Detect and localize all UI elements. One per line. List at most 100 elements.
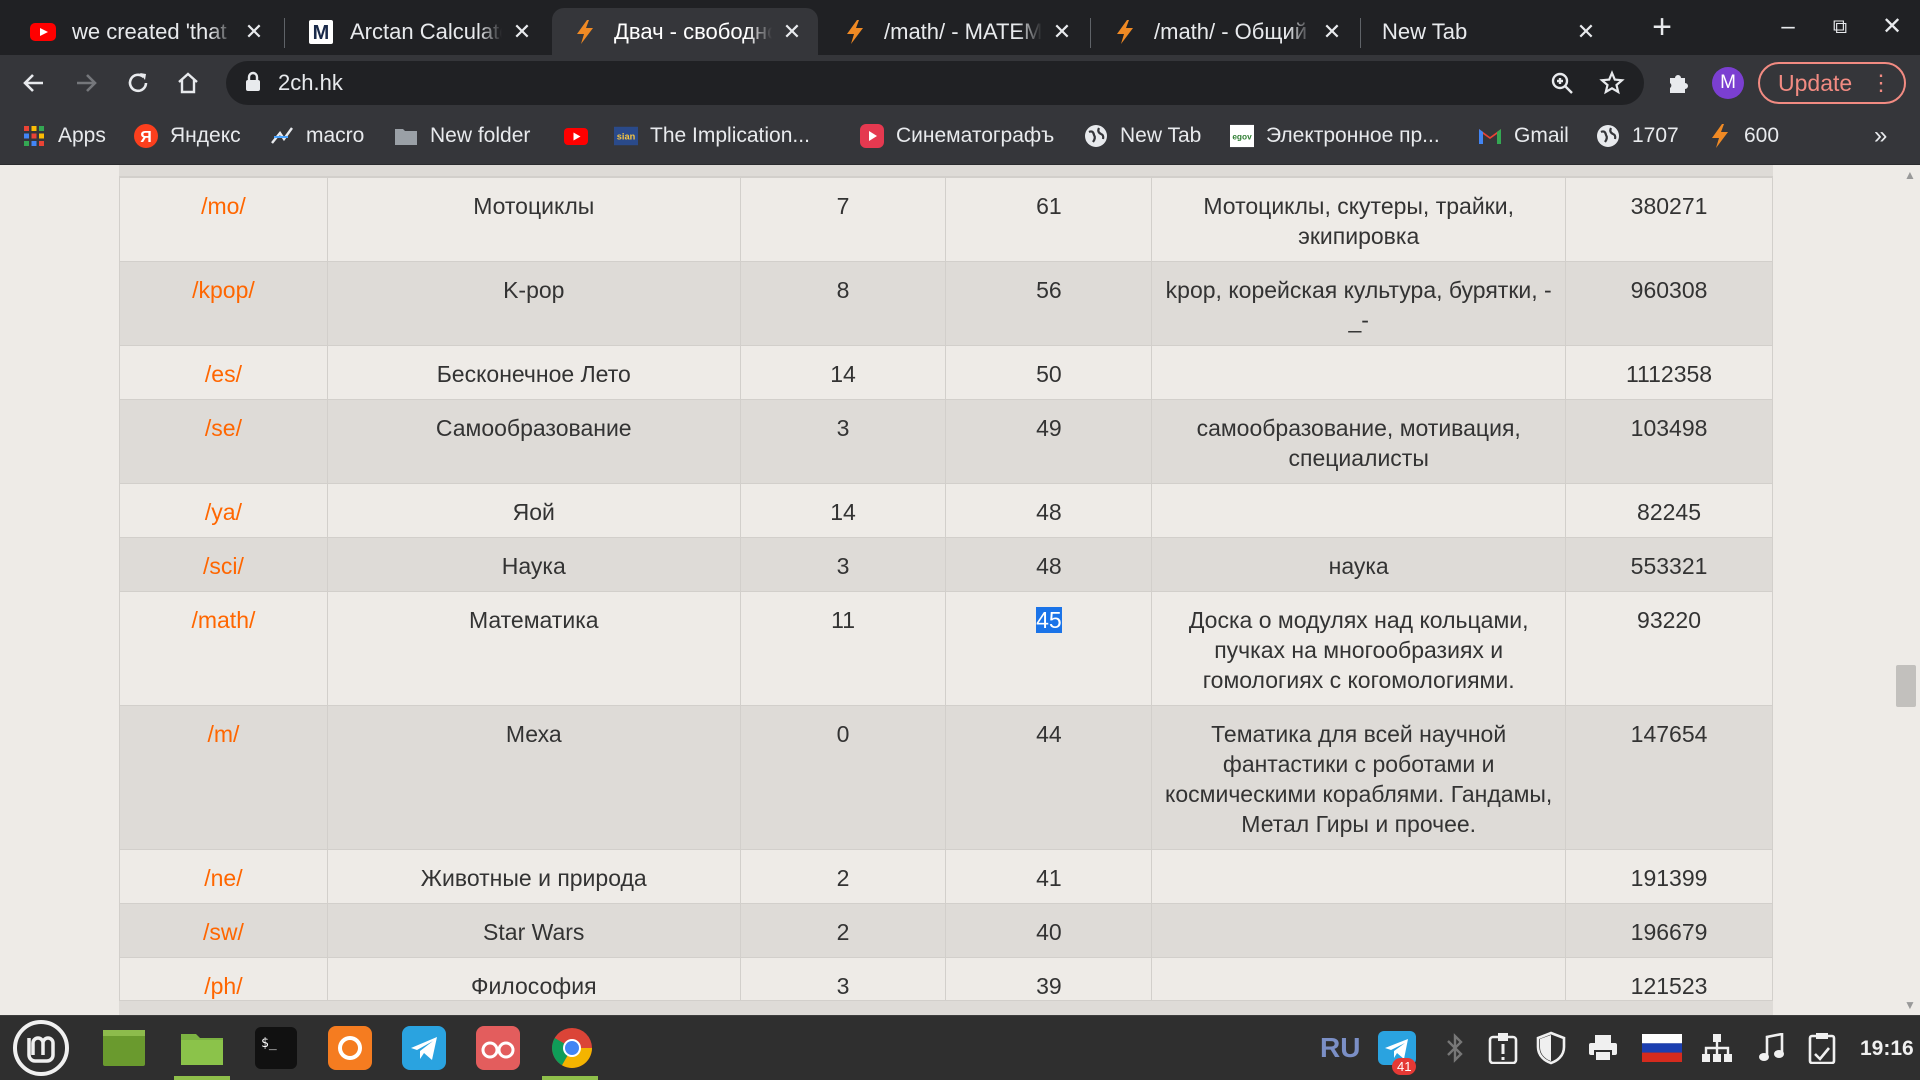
bluetooth-icon[interactable] [1440, 1030, 1470, 1066]
board-description: Тематика для всей научной фантастики с р… [1165, 721, 1553, 837]
bookmark-youtube[interactable] [564, 120, 600, 152]
reload-button[interactable] [118, 63, 158, 103]
table-row: /math/Математика 11 45 Доска о модулях над … [119, 591, 1773, 706]
table-cell-name: Star Wars [326, 903, 741, 958]
board-total-posts: 1112358 [1625, 361, 1713, 387]
board-description: самообразование, мотивация, специалисты [1196, 415, 1521, 471]
tab-math-thread[interactable]: /math/ - Общий т ✕ [1092, 8, 1358, 55]
tab-math-board[interactable]: /math/ - МАТЕМА ✕ [822, 8, 1088, 55]
update-button[interactable]: Update ⋮ [1758, 62, 1906, 104]
telegram-icon[interactable] [400, 1024, 448, 1072]
shield-icon[interactable] [1534, 1030, 1568, 1066]
forward-button[interactable] [66, 63, 106, 103]
chrome-icon[interactable] [548, 1024, 596, 1072]
table-cell-speed: 14 [739, 345, 947, 400]
bookmark-the-implication[interactable]: sian The Implication... [614, 120, 810, 152]
close-icon[interactable]: ✕ [780, 19, 804, 45]
close-icon[interactable]: ✕ [1574, 19, 1598, 45]
terminal-icon[interactable]: $_ [252, 1024, 300, 1072]
bookmark-new-folder[interactable]: New folder [394, 120, 530, 152]
table-cell-speed: 0 [739, 705, 947, 850]
bookmark-cinematograph[interactable]: Синематографъ [860, 120, 1054, 152]
table-cell-posts: 44 [945, 705, 1153, 850]
bookmark-new-tab[interactable]: New Tab [1084, 120, 1201, 152]
bookmark-label: Apps [58, 124, 106, 147]
page-scrollbar[interactable] [1900, 165, 1920, 1015]
back-button[interactable] [14, 63, 54, 103]
board-link[interactable]: /ya/ [205, 499, 242, 525]
bookmark-yandex[interactable]: Я Яндекс [134, 120, 241, 152]
tab-arctan-calculator[interactable]: M Arctan Calculator ✕ [288, 8, 548, 55]
board-link[interactable]: /ph/ [204, 973, 242, 999]
board-total-posts: 103498 [1630, 415, 1708, 441]
tab-youtube[interactable]: we created 'that g ✕ [10, 8, 280, 55]
board-posts: 48 [1036, 499, 1062, 525]
bookmark-macro[interactable]: macro [270, 120, 364, 152]
scrollbar-thumb[interactable] [1896, 665, 1916, 707]
board-posts: 50 [1036, 361, 1062, 387]
table-cell-speed: 2 [739, 849, 947, 904]
board-link[interactable]: /sci/ [203, 553, 244, 579]
table-cell-name: Мотоциклы [326, 177, 741, 262]
table-cell-board: /se/ [119, 399, 328, 484]
table-cell-total: 380271 [1565, 177, 1773, 262]
board-link[interactable]: /ne/ [204, 865, 242, 891]
close-icon[interactable]: ✕ [242, 19, 266, 45]
zoom-icon[interactable] [1548, 69, 1576, 97]
table-cell-speed: 8 [739, 261, 947, 346]
xed-app-icon[interactable] [474, 1024, 522, 1072]
window-close-icon[interactable]: ✕ [1870, 8, 1914, 46]
table-cell-total: 1112358 [1565, 345, 1773, 400]
files-icon[interactable] [178, 1024, 226, 1072]
profile-avatar[interactable]: M [1712, 67, 1744, 99]
boards-table: /mo/Мотоциклы 7 61 Мотоциклы, скутеры, трай… [119, 177, 1773, 1012]
music-note-icon[interactable] [1756, 1030, 1786, 1066]
new-tab-button[interactable]: + [1644, 8, 1680, 46]
table-cell-desc: Мотоциклы, скутеры, трайки, экипировка [1151, 177, 1567, 262]
board-posts: 56 [1036, 277, 1062, 303]
tab-dvach[interactable]: Двач - свободное ✕ [552, 8, 818, 55]
tab-title: Двач - свободное [614, 18, 772, 44]
clipboard-icon[interactable] [1806, 1030, 1838, 1066]
board-link[interactable]: /kpop/ [192, 277, 255, 303]
board-link[interactable]: /mo/ [201, 193, 246, 219]
notification-badge: 41 [1392, 1058, 1417, 1075]
scroll-down-arrow-icon[interactable]: ▼ [1904, 998, 1916, 1012]
yandex-icon: Я [134, 124, 158, 148]
russia-flag-icon[interactable] [1640, 1030, 1684, 1066]
board-link[interactable]: /sw/ [203, 919, 244, 945]
bookmark-apps[interactable]: Apps [22, 120, 106, 152]
tab-new-tab[interactable]: New Tab ✕ [1362, 8, 1612, 55]
tab-title: we created 'that g [72, 18, 234, 44]
address-bar[interactable]: 2ch.hk [226, 61, 1644, 105]
keyboard-layout[interactable]: RU [1320, 1032, 1360, 1064]
home-button[interactable] [168, 63, 208, 103]
extensions-button[interactable] [1658, 63, 1698, 103]
printer-icon[interactable] [1586, 1030, 1620, 1066]
board-link[interactable]: /se/ [205, 415, 242, 441]
close-icon[interactable]: ✕ [1320, 19, 1344, 45]
chevron-double-right-icon[interactable]: » [1874, 122, 1887, 150]
network-icon[interactable] [1700, 1030, 1734, 1066]
board-link[interactable]: /m/ [207, 721, 239, 747]
bookmark-600[interactable]: 600 [1708, 120, 1779, 152]
close-icon[interactable]: ✕ [1050, 19, 1074, 45]
restore-icon[interactable]: ⧉ [1818, 8, 1862, 46]
star-icon[interactable] [1598, 69, 1626, 97]
close-icon[interactable]: ✕ [510, 19, 534, 45]
board-total-posts: 93220 [1637, 607, 1702, 633]
minimize-icon[interactable]: – [1766, 8, 1810, 46]
bookmark-gmail[interactable]: Gmail [1478, 120, 1569, 152]
clock[interactable]: 19:16 [1860, 1037, 1914, 1061]
bookmark-1707[interactable]: 1707 [1596, 120, 1679, 152]
board-link[interactable]: /math/ [191, 607, 255, 633]
firefox-icon[interactable] [326, 1024, 374, 1072]
show-desktop-icon[interactable] [100, 1024, 148, 1072]
board-total-posts: 196679 [1630, 919, 1708, 945]
scroll-up-arrow-icon[interactable]: ▲ [1904, 168, 1916, 182]
mint-menu-icon[interactable] [12, 1019, 70, 1077]
update-manager-icon[interactable] [1486, 1030, 1520, 1066]
board-link[interactable]: /es/ [205, 361, 242, 387]
board-name: Мотоциклы [473, 193, 595, 219]
bookmark-egov[interactable]: egov Электронное пр... [1230, 120, 1440, 152]
